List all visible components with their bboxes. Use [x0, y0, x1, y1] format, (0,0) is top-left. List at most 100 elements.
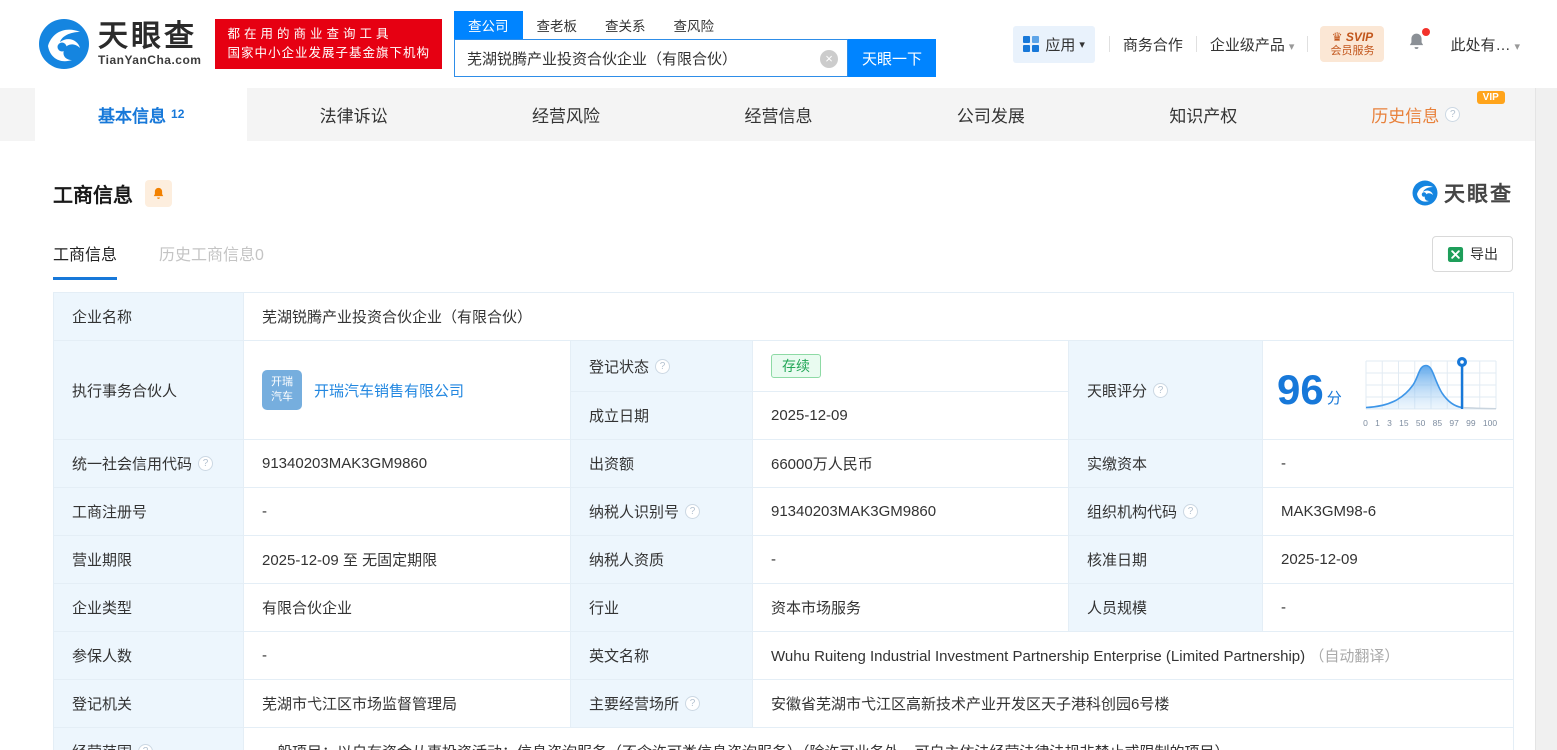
help-icon[interactable]: ?: [1183, 504, 1199, 519]
logo-domain: TianYanCha.com: [98, 52, 202, 67]
subtab-history-business-info[interactable]: 历史工商信息0: [159, 241, 264, 280]
apps-menu[interactable]: 应用 ▾: [1013, 25, 1095, 63]
help-icon[interactable]: ?: [1153, 382, 1169, 398]
org-code-value: MAK3GM98-6: [1261, 487, 1515, 536]
divider: [1108, 36, 1110, 52]
chevron-down-icon: ▾: [1514, 40, 1520, 53]
svip-member-button[interactable]: ♛ SVIP 会员服务: [1320, 25, 1385, 63]
business-info-section: 工商信息 天眼查 工商信息 历史工商信息0 导出 企业名称 芜湖锐腾产业投资合伙…: [0, 141, 1557, 750]
excel-icon: [1447, 246, 1464, 262]
divider: [1307, 36, 1309, 52]
subscribe-bell-icon[interactable]: [145, 179, 172, 207]
company-name-value: 芜湖锐腾产业投资合伙企业（有限合伙）: [242, 292, 1515, 341]
menu-cooperation[interactable]: 商务合作: [1123, 34, 1183, 55]
auto-translate-note: （自动翻译）: [1309, 648, 1400, 665]
tianyancha-swirl-icon: [1412, 180, 1438, 206]
field-label: 登记状态?: [570, 340, 753, 392]
crown-icon: ♛: [1331, 29, 1343, 44]
field-label: 纳税人识别号?: [570, 487, 753, 536]
status-badge: 存续: [771, 354, 821, 378]
table-row: 登记机关 芜湖市弋江区市场监督管理局 主要经营场所? 安徽省芜湖市弋江区高新技术…: [53, 679, 1515, 728]
scrollbar[interactable]: [1535, 88, 1557, 750]
table-row: 企业类型 有限合伙企业 行业 资本市场服务 人员规模 -: [53, 583, 1515, 632]
company-nav-tabs: 基本信息 12 法律诉讼 经营风险 经营信息 公司发展 知识产权 VIP 历史信…: [0, 88, 1557, 141]
tab-operation-info[interactable]: 经营信息: [672, 88, 884, 141]
tianyancha-watermark: 天眼查: [1412, 178, 1513, 208]
partner-avatar[interactable]: 开瑞 汽车: [262, 370, 302, 410]
logo-title: 天眼查: [98, 20, 197, 54]
tab-operation-risk[interactable]: 经营风险: [460, 88, 672, 141]
field-label: 经营范围?: [53, 727, 244, 750]
menu-user[interactable]: 此处有… ▾: [1450, 34, 1520, 55]
partner-company-link[interactable]: 开瑞汽车销售有限公司: [314, 380, 464, 401]
score-unit: 分: [1326, 389, 1342, 407]
search-tab-company[interactable]: 查公司: [454, 11, 523, 39]
notification-dot: [1422, 28, 1431, 36]
clear-icon[interactable]: ×: [820, 50, 838, 68]
search-tab-relation[interactable]: 查关系: [591, 11, 660, 39]
establish-date-value: 2025-12-09: [752, 391, 1069, 440]
field-label: 出资额: [570, 439, 753, 488]
tab-basic-info[interactable]: 基本信息 12: [35, 88, 248, 141]
subtab-business-info[interactable]: 工商信息: [53, 241, 118, 280]
search-tab-risk[interactable]: 查风险: [660, 11, 729, 39]
field-label: 执行事务合伙人: [53, 340, 244, 440]
help-icon[interactable]: ?: [685, 696, 701, 711]
taxpayer-quality-value: -: [752, 535, 1069, 584]
tianyancha-logo[interactable]: 天眼查 TianYanCha.com: [38, 18, 201, 70]
vip-badge: VIP: [1476, 91, 1505, 104]
help-icon[interactable]: ?: [685, 504, 701, 519]
table-row: 执行事务合伙人 开瑞 汽车 开瑞汽车销售有限公司 登记状态? 存续 天眼评分? 9…: [53, 340, 1515, 440]
promo-line2: 国家中小企业发展子基金旗下机构: [227, 46, 430, 60]
search-area: 查公司 查老板 查关系 查风险 × 天眼一下: [454, 11, 936, 77]
paid-capital-value: -: [1261, 439, 1515, 488]
search-tabs: 查公司 查老板 查关系 查风险: [454, 11, 936, 39]
export-button[interactable]: 导出: [1432, 236, 1513, 272]
apps-label: 应用: [1045, 36, 1076, 54]
tab-company-development[interactable]: 公司发展: [885, 88, 1097, 141]
chevron-down-icon: ▾: [1288, 40, 1295, 53]
search-input[interactable]: [455, 40, 847, 76]
company-type-value: 有限合伙企业: [243, 583, 571, 632]
business-info-table: 企业名称 芜湖锐腾产业投资合伙企业（有限合伙） 执行事务合伙人 开瑞 汽车 开瑞汽…: [53, 292, 1515, 750]
menu-enterprise[interactable]: 企业级产品 ▾: [1210, 34, 1295, 55]
taxpayer-id-value: 91340203MAK3GM9860: [752, 487, 1069, 536]
field-label: 统一社会信用代码?: [53, 439, 244, 488]
table-row: 参保人数 - 英文名称 Wuhu Ruiteng Industrial Inve…: [53, 631, 1515, 680]
business-term-value: 2025-12-09 至 无固定期限: [243, 535, 571, 584]
score-curve-chart: 01 3 15 50 85 97 99 100: [1361, 353, 1499, 428]
tab-count: 12: [171, 106, 185, 121]
help-icon[interactable]: ?: [1445, 107, 1461, 122]
table-row: 经营范围? 一般项目：以自有资金从事投资活动；信息咨询服务（不含许可类信息咨询服…: [53, 727, 1515, 750]
search-button[interactable]: 天眼一下: [848, 39, 936, 77]
top-right-menu: 应用 ▾ 商务合作 企业级产品 ▾ ♛ SVIP 会员服务 此处有… ▾: [1013, 25, 1533, 63]
chevron-down-icon: ▾: [1079, 38, 1085, 51]
section-title: 工商信息: [53, 184, 133, 207]
field-label: 行业: [570, 583, 753, 632]
tab-intellectual-property[interactable]: 知识产权: [1097, 88, 1309, 141]
help-icon[interactable]: ?: [138, 744, 154, 750]
field-label: 营业期限: [53, 535, 244, 584]
staff-size-value: -: [1261, 583, 1515, 632]
search-box: ×: [454, 39, 848, 77]
score-value: 96: [1277, 366, 1324, 413]
promo-banner: 都在用的商业查询工具 国家中小企业发展子基金旗下机构: [215, 18, 442, 70]
table-row: 企业名称 芜湖锐腾产业投资合伙企业（有限合伙）: [53, 292, 1515, 341]
table-row: 营业期限 2025-12-09 至 无固定期限 纳税人资质 - 核准日期 202…: [53, 535, 1515, 584]
industry-value: 资本市场服务: [752, 583, 1069, 632]
reg-authority-value: 芜湖市弋江区市场监督管理局: [243, 679, 571, 728]
tianyancha-swirl-icon: [39, 19, 89, 69]
search-tab-boss[interactable]: 查老板: [523, 11, 592, 39]
tianyan-score[interactable]: 96 分 0 1 3 15 50 85 97 99 100: [1277, 353, 1499, 428]
divider: [1195, 36, 1197, 52]
field-label: 人员规模: [1068, 583, 1263, 632]
field-label: 英文名称: [570, 631, 753, 680]
field-label: 企业名称: [53, 292, 244, 341]
help-icon[interactable]: ?: [655, 358, 671, 374]
help-icon[interactable]: ?: [198, 456, 214, 471]
tab-legal-litigation[interactable]: 法律诉讼: [247, 88, 459, 141]
field-label: 主要经营场所?: [570, 679, 753, 728]
tab-history-info[interactable]: VIP 历史信息 ?: [1310, 88, 1522, 141]
notification-bell-icon[interactable]: [1406, 28, 1431, 57]
credit-code-value: 91340203MAK3GM9860: [243, 439, 571, 488]
